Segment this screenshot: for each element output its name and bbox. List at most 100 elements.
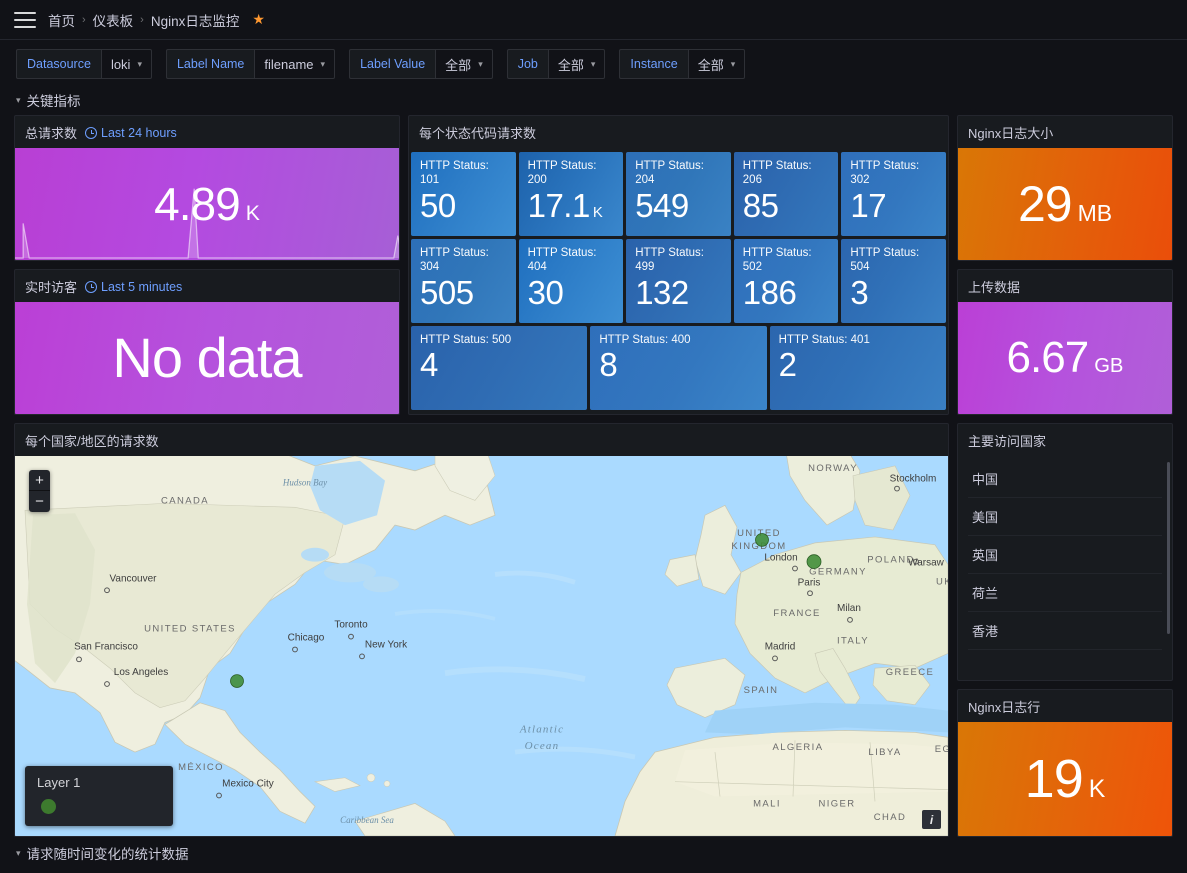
svg-text:Mexico City: Mexico City	[222, 779, 274, 790]
panel-title-log-lines: Nginx日志行	[958, 690, 1172, 722]
panel-requests-by-country: 每个国家/地区的请求数 CANADA UNITED STATES MÉXICO …	[14, 423, 949, 837]
list-item[interactable]: 英国	[968, 536, 1162, 574]
stat-value-log-lines: 19	[1024, 749, 1084, 809]
status-tile[interactable]: HTTP Status: 206 85	[733, 152, 839, 236]
stat-value-upload-data: 6.67	[1006, 333, 1090, 382]
vertical-scrollbar[interactable]	[1167, 462, 1170, 634]
stat-value-log-size: 29	[1017, 176, 1073, 232]
breadcrumb-separator-icon: ›	[82, 13, 86, 26]
stat-realtime-visitors: No data	[15, 302, 399, 414]
svg-text:Paris: Paris	[798, 577, 821, 588]
panel-title-text: 主要访问国家	[968, 434, 1047, 449]
chevron-down-icon: ▾	[320, 58, 326, 69]
row-title-key-metrics: 关键指标	[26, 94, 81, 109]
variable-value-job: 全部	[557, 57, 584, 73]
variable-select-job[interactable]: 全部 ▾	[547, 49, 606, 79]
panel-time-range-total-requests: Last 24 hours	[85, 126, 177, 140]
list-item[interactable]: 中国	[968, 460, 1162, 498]
status-tile[interactable]: HTTP Status: 304 505	[411, 239, 516, 323]
svg-text:New York: New York	[365, 640, 407, 651]
status-tile[interactable]: HTTP Status: 204 549	[626, 152, 731, 236]
status-tile-label: HTTP Status: 504	[850, 247, 920, 274]
status-tile-value: 3	[850, 275, 937, 311]
panel-title-upload-data: 上传数据	[958, 270, 1172, 302]
panel-title-realtime-visitors: 实时访客 Last 5 minutes	[15, 270, 399, 302]
svg-text:NIGER: NIGER	[818, 797, 855, 808]
status-tile-label: HTTP Status: 206	[742, 160, 812, 187]
status-tile-number: 17	[850, 186, 887, 224]
map-data-point	[806, 554, 822, 569]
variable-value-datasource: loki	[110, 56, 131, 72]
svg-text:MÉXICO: MÉXICO	[178, 761, 224, 772]
panel-body-status-codes: HTTP Status: 101 50 HTTP Status: 200 17.…	[409, 148, 948, 414]
row-header-requests-over-time[interactable]: ▾ 请求随时间变化的统计数据	[0, 837, 1187, 863]
svg-text:Atlantic: Atlantic	[519, 723, 564, 735]
svg-text:MALI: MALI	[753, 797, 781, 808]
panel-log-lines: Nginx日志行 19 K	[957, 689, 1173, 837]
status-tile-value: 85	[742, 186, 830, 224]
stat-upload-data: 6.67 GB	[958, 302, 1172, 414]
row-header-key-metrics[interactable]: ▾ 关键指标	[0, 88, 1187, 115]
svg-text:LIBYA: LIBYA	[868, 746, 901, 757]
status-tile[interactable]: HTTP Status: 504 3	[841, 239, 946, 323]
status-tile-value: 30	[527, 273, 615, 311]
list-item[interactable]: 美国	[968, 498, 1162, 536]
svg-text:CHAD: CHAD	[874, 811, 906, 822]
status-tile[interactable]: HTTP Status: 101 50	[411, 152, 516, 236]
panel-status-codes: 每个状态代码请求数 HTTP Status: 101 50 HTTP Statu…	[408, 115, 949, 415]
variable-filter-bar: Datasource loki ▾ Label Name filename ▾ …	[0, 40, 1187, 88]
status-tile-label: HTTP Status: 304	[420, 247, 489, 274]
list-item[interactable]: 香港	[968, 612, 1162, 650]
page-title: Nginx日志监控	[150, 13, 240, 29]
top-navigation-bar: 首页 › 仪表板 › Nginx日志监控 ★	[0, 0, 1187, 40]
variable-select-instance[interactable]: 全部 ▾	[687, 49, 746, 79]
list-item[interactable]: 荷兰	[968, 574, 1162, 612]
breadcrumb-item-dashboards[interactable]: 仪表板	[93, 10, 134, 30]
status-tile[interactable]: HTTP Status: 200 17.1 K	[518, 152, 624, 236]
svg-text:EG: EG	[935, 743, 948, 754]
status-tile-number: 30	[527, 273, 564, 311]
menu-icon[interactable]	[14, 11, 36, 28]
variable-select-labelname[interactable]: filename ▾	[254, 49, 336, 79]
map-legend: Layer 1	[25, 766, 173, 826]
map-data-point	[230, 674, 244, 688]
status-tile[interactable]: HTTP Status: 401 2	[769, 326, 946, 410]
status-tile-number: 85	[742, 186, 779, 224]
status-tile-value: 2	[779, 348, 937, 383]
status-tile[interactable]: HTTP Status: 400 8	[590, 326, 767, 410]
svg-text:Caribbean Sea: Caribbean Sea	[340, 815, 394, 825]
zoom-in-button[interactable]: +	[29, 470, 50, 491]
panel-title-text: 上传数据	[968, 280, 1021, 295]
svg-text:CANADA: CANADA	[161, 494, 209, 505]
map-info-icon[interactable]: i	[922, 810, 941, 829]
status-tile-value: 132	[635, 275, 722, 311]
variable-select-datasource[interactable]: loki ▾	[100, 49, 152, 79]
status-tile-number: 4	[420, 346, 438, 384]
chevron-down-icon: ▾	[478, 58, 483, 69]
panel-time-range-realtime-visitors: Last 5 minutes	[85, 280, 182, 294]
country-list: 中国 美国 英国 荷兰 香港	[958, 456, 1172, 680]
status-tile-number: 17.1	[527, 186, 591, 224]
status-tile[interactable]: HTTP Status: 302 17	[841, 152, 946, 236]
stat-unit-log-lines: K	[1088, 776, 1106, 803]
svg-text:Chicago: Chicago	[288, 633, 325, 644]
breadcrumb-item-home[interactable]: 首页	[48, 10, 75, 30]
map-zoom-controls[interactable]: + −	[29, 470, 50, 512]
status-tile-label: HTTP Status: 404	[527, 247, 597, 274]
status-tile-value: 50	[420, 188, 507, 224]
map-data-point	[755, 533, 769, 547]
variable-value-labelname: filename	[264, 56, 314, 72]
status-tile[interactable]: HTTP Status: 502 186	[733, 239, 839, 323]
status-tile[interactable]: HTTP Status: 499 132	[626, 239, 731, 323]
chevron-down-icon: ▾	[16, 847, 21, 858]
variable-label-labelname: Label Name	[165, 49, 255, 79]
svg-text:UNITED STATES: UNITED STATES	[144, 623, 236, 634]
status-tile[interactable]: HTTP Status: 404 30	[518, 239, 624, 323]
zoom-out-button[interactable]: −	[29, 491, 50, 512]
status-tile-grid: HTTP Status: 101 50 HTTP Status: 200 17.…	[409, 148, 948, 414]
map-row: 每个国家/地区的请求数 CANADA UNITED STATES MÉXICO …	[14, 423, 1173, 837]
map-canvas[interactable]: CANADA UNITED STATES MÉXICO NORWAY UNITE…	[15, 456, 948, 836]
status-tile[interactable]: HTTP Status: 500 4	[411, 326, 588, 410]
variable-select-labelvalue[interactable]: 全部 ▾	[435, 49, 493, 79]
star-icon[interactable]: ★	[252, 11, 265, 28]
